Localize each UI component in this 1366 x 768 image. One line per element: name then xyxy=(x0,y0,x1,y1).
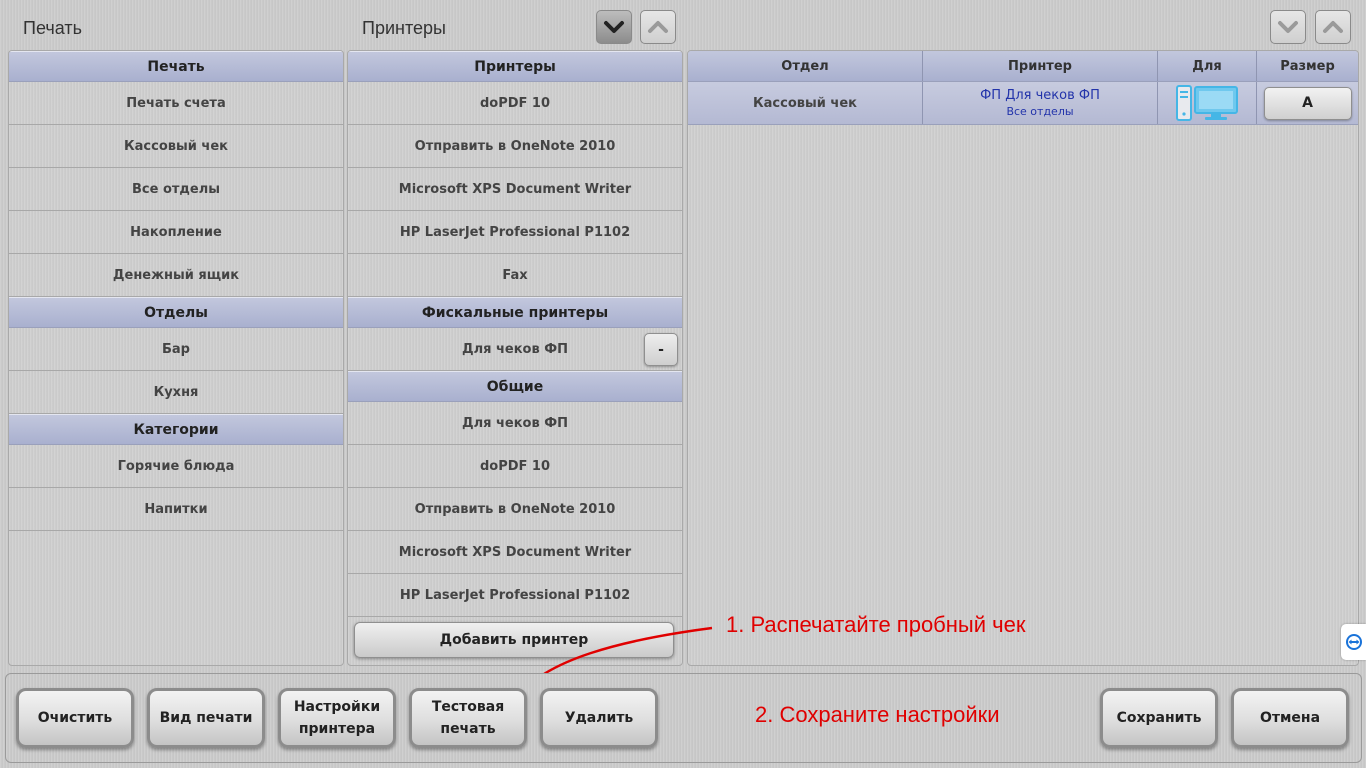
remove-fiscal-printer-button[interactable]: - xyxy=(644,333,678,366)
table-row[interactable]: Кассовый чек ФП Для чеков ФП Все отделы … xyxy=(688,82,1358,125)
chevron-up-icon xyxy=(648,21,668,33)
printers-panel: Принтеры doPDF 10 Отправить в OneNote 20… xyxy=(347,50,683,666)
fiscal-printer-item[interactable]: Для чеков ФП - xyxy=(348,328,682,371)
column-header-size: Размер xyxy=(1280,58,1335,74)
printer-item[interactable]: Для чеков ФП xyxy=(348,402,682,445)
clear-button[interactable]: Очистить xyxy=(16,688,134,748)
column-header-printer: Принтер xyxy=(923,51,1158,81)
printer-item[interactable]: doPDF 10 xyxy=(348,82,682,125)
computer-monitor-icon xyxy=(1176,85,1238,121)
printer-settings-button[interactable]: Настройки принтера xyxy=(278,688,396,748)
remote-control-tab[interactable] xyxy=(1341,624,1366,660)
teamviewer-icon xyxy=(1345,634,1362,650)
cell-printer: ФП Для чеков ФП Все отделы xyxy=(923,82,1158,124)
printer-item[interactable]: HP LaserJet Professional P1102 xyxy=(348,574,682,617)
table-scroll-up-button[interactable] xyxy=(1315,10,1351,44)
list-item[interactable]: Денежный ящик xyxy=(9,254,343,297)
test-print-button[interactable]: Тестовая печать xyxy=(409,688,527,748)
printer-item[interactable]: Microsoft XPS Document Writer xyxy=(348,531,682,574)
bottom-toolbar: Очистить Вид печати Настройки принтера Т… xyxy=(5,673,1362,763)
section-header-categories: Категории xyxy=(9,414,343,445)
column-header-department: Отдел xyxy=(688,51,923,81)
section-header-common: Общие xyxy=(348,371,682,402)
list-item[interactable]: Накопление xyxy=(9,211,343,254)
chevron-down-icon xyxy=(1278,21,1298,33)
print-categories-panel: Печать Печать счета Кассовый чек Все отд… xyxy=(8,50,344,666)
chevron-down-icon xyxy=(604,21,624,33)
cell-department: Кассовый чек xyxy=(688,82,923,124)
section-header-fiscal-printers: Фискальные принтеры xyxy=(348,297,682,328)
column-header-for: Для xyxy=(1158,51,1257,81)
left-title: Печать xyxy=(23,18,82,38)
list-item[interactable]: Кухня xyxy=(9,371,343,414)
printer-item[interactable]: HP LaserJet Professional P1102 xyxy=(348,211,682,254)
table-scroll-down-button[interactable] xyxy=(1270,10,1306,44)
annotation-step1: 1. Распечатайте пробный чек xyxy=(726,612,1026,637)
printer-name: ФП Для чеков ФП xyxy=(980,88,1100,103)
printer-scope: Все отделы xyxy=(1006,105,1074,118)
list-item[interactable]: Кассовый чек xyxy=(9,125,343,168)
list-item[interactable]: Все отделы xyxy=(9,168,343,211)
cell-size: A xyxy=(1257,82,1358,124)
size-button[interactable]: A xyxy=(1263,86,1352,120)
printer-item[interactable]: Microsoft XPS Document Writer xyxy=(348,168,682,211)
printer-item[interactable]: doPDF 10 xyxy=(348,445,682,488)
assignments-table-panel: Отдел Принтер Для Размер Кассовый чек ФП… xyxy=(687,50,1359,666)
list-item[interactable]: Напитки xyxy=(9,488,343,531)
scroll-down-button[interactable] xyxy=(596,10,632,44)
delete-button[interactable]: Удалить xyxy=(540,688,658,748)
add-printer-button[interactable]: Добавить принтер xyxy=(354,622,674,658)
list-item[interactable]: Горячие блюда xyxy=(9,445,343,488)
printer-item[interactable]: Fax xyxy=(348,254,682,297)
print-view-button[interactable]: Вид печати xyxy=(147,688,265,748)
list-item[interactable]: Бар xyxy=(9,328,343,371)
section-header-departments: Отделы xyxy=(9,297,343,328)
save-button[interactable]: Сохранить xyxy=(1100,688,1218,748)
list-item[interactable]: Печать счета xyxy=(9,82,343,125)
printer-item[interactable]: Отправить в OneNote 2010 xyxy=(348,125,682,168)
section-header-printers: Принтеры xyxy=(348,51,682,82)
scroll-up-button[interactable] xyxy=(640,10,676,44)
fiscal-printer-label: Для чеков ФП xyxy=(462,341,568,357)
table-header: Отдел Принтер Для Размер xyxy=(688,51,1358,82)
middle-title: Принтеры xyxy=(362,18,446,38)
cell-for[interactable] xyxy=(1158,82,1257,124)
chevron-up-icon xyxy=(1323,21,1343,33)
cancel-button[interactable]: Отмена xyxy=(1231,688,1349,748)
printer-item[interactable]: Отправить в OneNote 2010 xyxy=(348,488,682,531)
annotation-step2: 2. Сохраните настройки xyxy=(755,702,1000,727)
section-header-print: Печать xyxy=(9,51,343,82)
